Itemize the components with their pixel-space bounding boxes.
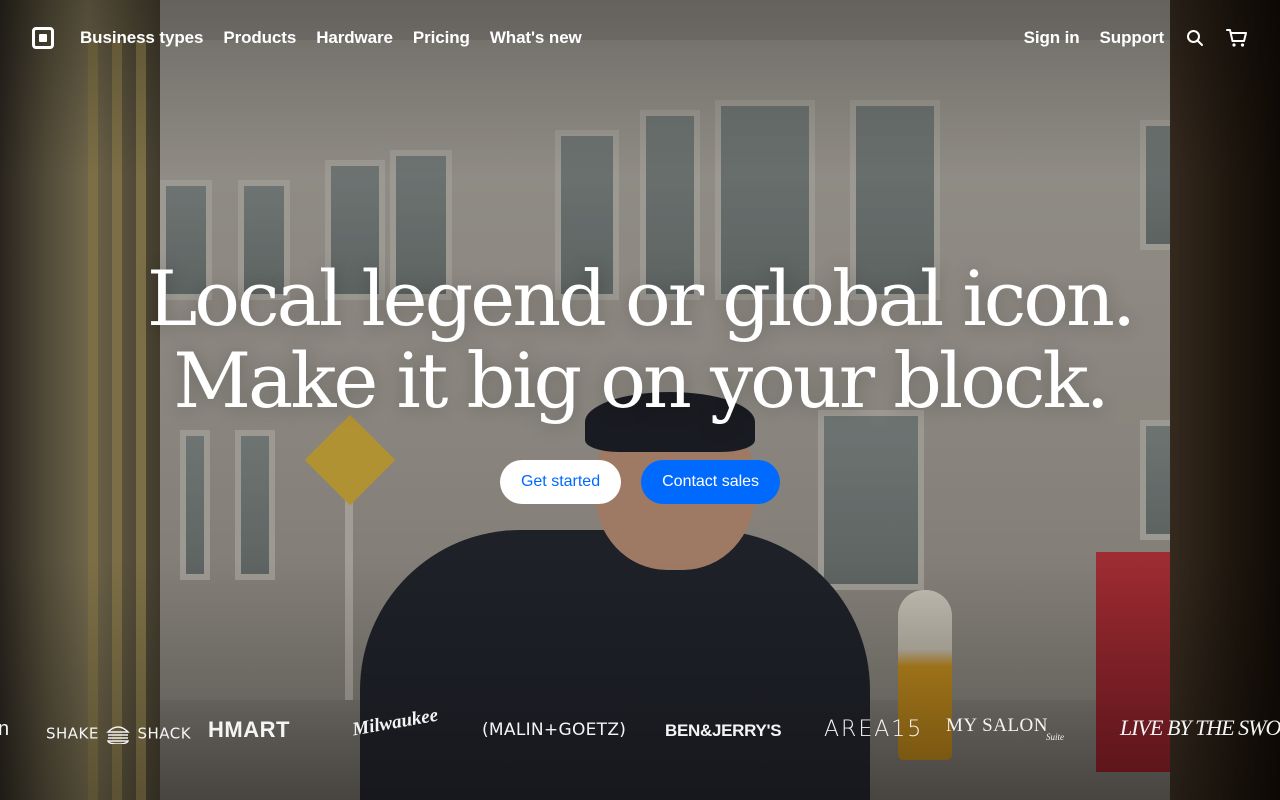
- logo-my-salon-suite: Suite: [1046, 732, 1064, 742]
- burger-icon: [106, 726, 130, 744]
- nav-products[interactable]: Products: [223, 28, 296, 48]
- nav-whats-new[interactable]: What's new: [490, 28, 582, 48]
- nav-right: Sign in Support: [1024, 27, 1248, 49]
- logo-malin-goetz: (MALIN+GOETZ): [482, 720, 627, 740]
- search-icon[interactable]: [1184, 27, 1206, 49]
- get-started-button[interactable]: Get started: [499, 460, 622, 504]
- nav-pricing[interactable]: Pricing: [413, 28, 470, 48]
- logo-shake-shack: SHAKE SHACK: [46, 724, 192, 744]
- cart-icon[interactable]: [1226, 27, 1248, 49]
- nav-business-types[interactable]: Business types: [80, 28, 203, 48]
- nav-hardware[interactable]: Hardware: [316, 28, 393, 48]
- nav-links: Business types Products Hardware Pricing…: [80, 28, 582, 48]
- sign-in-link[interactable]: Sign in: [1024, 28, 1080, 48]
- contact-sales-button[interactable]: Contact sales: [641, 460, 781, 504]
- logo-hmart: HMART: [208, 717, 290, 742]
- logo-my-salon: MY SALON: [946, 715, 1048, 736]
- headline-line-1: Local legend or global icon.: [146, 254, 1136, 343]
- hero-headline: Local legend or global icon. Make it big…: [0, 258, 1280, 422]
- customer-logo-strip: n SHAKE SHACK HMART Milwaukee (MALIN+GOE…: [0, 704, 1280, 756]
- support-link[interactable]: Support: [1100, 28, 1165, 48]
- cta-row: Get started Contact sales: [0, 460, 1280, 504]
- logo-fragment: n: [0, 718, 10, 740]
- hero-section: Local legend or global icon. Make it big…: [0, 258, 1280, 504]
- logo-ben-jerrys: BEN&JERRY'S: [665, 721, 782, 740]
- logo-live-by-the-sword: LIVE BY THE SWORD: [1120, 715, 1280, 740]
- headline-line-2: Make it big on your block.: [173, 336, 1110, 425]
- square-logo[interactable]: [32, 27, 54, 49]
- top-nav: Business types Products Hardware Pricing…: [0, 0, 1280, 76]
- logo-area15: AREA15: [824, 717, 924, 742]
- logo-milwaukee: Milwaukee: [350, 704, 440, 741]
